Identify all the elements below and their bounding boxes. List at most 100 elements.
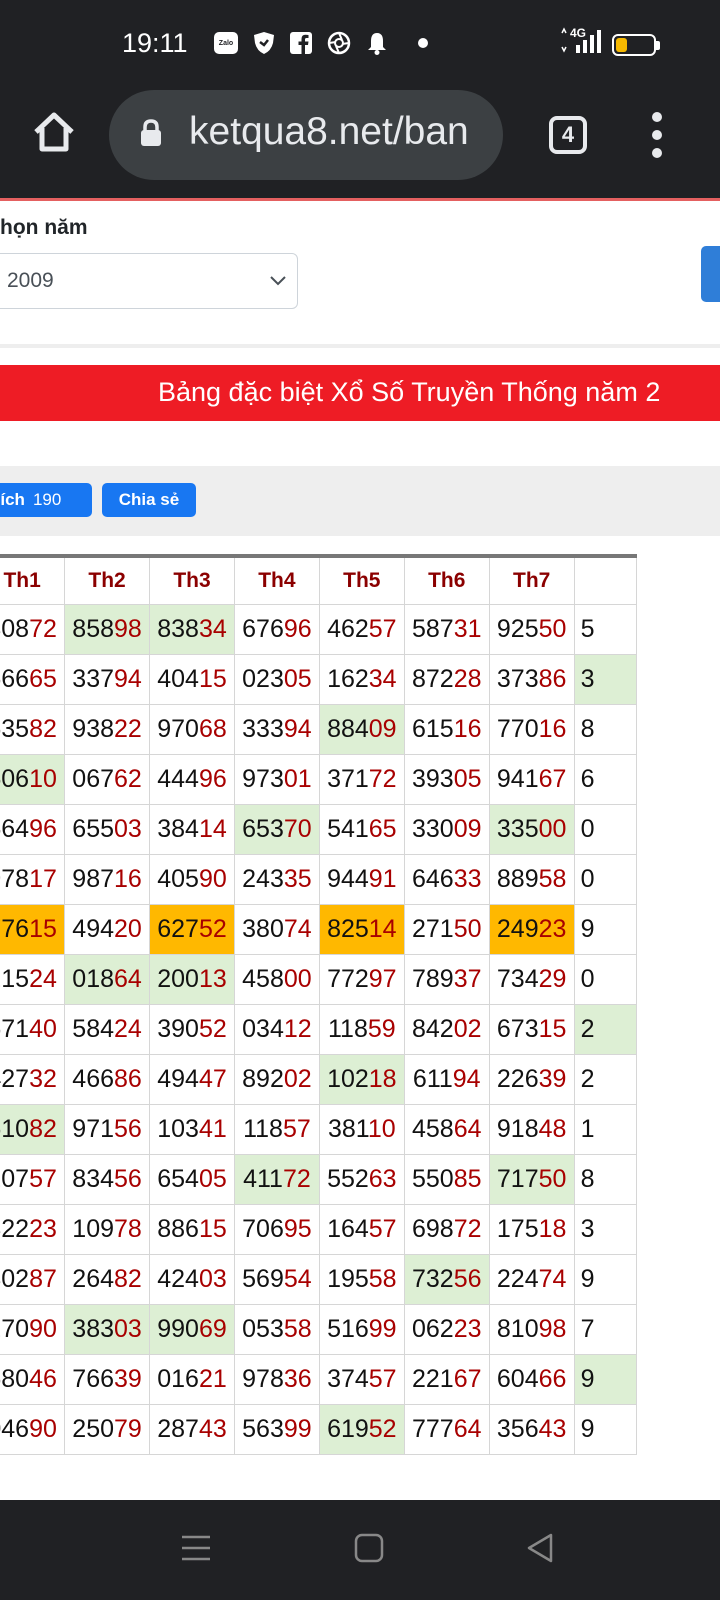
result-head: 330 [411, 814, 454, 843]
result-tail: 86 [538, 664, 567, 693]
social-buttons-bar: hích 190 Chia sẻ [0, 466, 720, 536]
year-select[interactable]: 2009 [0, 253, 298, 309]
result-cell: 89202 [233, 1053, 320, 1105]
result-cell: 97301 [233, 753, 320, 805]
result-head: 563 [242, 1414, 284, 1443]
result-head: 162 [327, 664, 369, 693]
result-tail: 22 [114, 714, 142, 743]
result-tail: 63 [368, 1164, 397, 1193]
result-cell-partial: 9 [573, 903, 638, 955]
result-cell: 85898 [64, 603, 151, 655]
result-tail: 03 [114, 1314, 142, 1343]
result-head: 772 [327, 964, 369, 993]
tab-switcher-button[interactable]: 4 [549, 116, 587, 154]
result-tail: 50 [453, 914, 482, 943]
result-cell: 76639 [64, 1353, 151, 1405]
result-cell: 45800 [233, 953, 320, 1005]
share-button[interactable]: Chia sẻ [102, 483, 196, 517]
result-head: 978 [242, 1364, 284, 1393]
result-head: 506 [0, 764, 30, 793]
address-bar[interactable]: ketqua8.net/ban [109, 90, 503, 180]
table-row: 322231097888615706951645769872175183 [0, 1203, 638, 1255]
result-cell: 49447 [149, 1053, 235, 1105]
table-row: 506100676244496973013717239305941676 [0, 753, 638, 805]
result-head: 390 [157, 1014, 199, 1043]
result-cell: 40415 [149, 653, 235, 705]
result-cell: 67315 [488, 1003, 575, 1055]
result-tail: 03 [114, 814, 142, 843]
result-cell: 73429 [488, 953, 575, 1005]
result-tail: 56 [453, 1264, 482, 1293]
result-cell: 37386 [488, 653, 575, 705]
result-tail: 12 [283, 1014, 312, 1043]
result-tail: 09 [453, 814, 482, 843]
result-cell: 97817 [0, 853, 66, 905]
result-tail: 56 [114, 1164, 142, 1193]
result-head: 424 [157, 1264, 199, 1293]
result-head: 164 [327, 1214, 369, 1243]
back-triangle-icon[interactable] [525, 1532, 555, 1569]
result-cell: 19558 [318, 1253, 405, 1305]
result-tail: 57 [368, 614, 397, 643]
result-cell-partial: 3 [573, 1203, 638, 1255]
result-cell: 88958 [488, 853, 575, 905]
result-head: 458 [411, 1114, 454, 1143]
result-head: 118 [243, 1114, 283, 1143]
result-cell: 65405 [149, 1153, 235, 1205]
result-cell: 46686 [64, 1053, 151, 1105]
result-head: 627 [157, 914, 199, 943]
result-head: 302 [0, 1264, 30, 1293]
result-cell: 97836 [233, 1353, 320, 1405]
table-row: 666653379440415023051623487228373863 [0, 653, 638, 705]
result-head: 676 [242, 614, 284, 643]
result-tail: 82 [29, 1114, 57, 1143]
overflow-menu-icon[interactable] [645, 112, 669, 158]
home-square-icon[interactable] [354, 1532, 384, 1569]
result-tail: 29 [538, 964, 567, 993]
result-cell: 69872 [403, 1203, 490, 1255]
result-tail: 32 [29, 1064, 57, 1093]
result-tail: 96 [283, 614, 312, 643]
result-cell: 56496 [0, 803, 66, 855]
result-cell: 88615 [149, 1203, 235, 1255]
result-cell: 60466 [488, 1353, 575, 1405]
result-cell: 33500 [488, 803, 575, 855]
result-cell: 11857 [233, 1103, 320, 1155]
home-icon[interactable] [32, 110, 76, 160]
result-head: 195 [327, 1264, 369, 1293]
result-tail: 82 [114, 1264, 142, 1293]
result-head: 023 [242, 664, 284, 693]
table-row: 207578345665405411725526355085717508 [0, 1153, 638, 1205]
result-tail: 00 [283, 964, 312, 993]
result-tail: 99 [283, 1414, 312, 1443]
result-tail: 00 [538, 814, 567, 843]
column-header [573, 555, 638, 605]
result-cell: 67140 [0, 1003, 66, 1055]
result-cell: 56399 [233, 1403, 320, 1455]
result-head: 393 [411, 764, 454, 793]
menu-icon[interactable] [180, 1532, 212, 1569]
title-banner: Bảng đặc biệt Xổ Số Truyền Thống năm 2 [0, 365, 720, 421]
like-button[interactable]: hích 190 [0, 483, 92, 517]
result-head: 404 [157, 664, 199, 693]
results-table-container[interactable]: y Th1Th2Th3Th4Th5Th6Th7 3087285898838346… [0, 554, 720, 1500]
result-tail: 41 [198, 1114, 227, 1143]
result-tail: 16 [114, 864, 142, 893]
result-cell: 21524 [0, 953, 66, 1005]
result-cell: 11859 [318, 1003, 405, 1055]
result-tail: 67 [538, 764, 567, 793]
result-tail: 02 [453, 1014, 482, 1043]
result-tail: 58 [368, 1264, 397, 1293]
result-head: 654 [157, 1164, 199, 1193]
result-cell-partial: 5 [573, 603, 638, 655]
result-tail: 94 [114, 664, 142, 693]
result-head: 264 [72, 1264, 115, 1293]
result-head: 680 [0, 1364, 30, 1393]
result-cell: 67696 [233, 603, 320, 655]
result-head: 825 [327, 914, 369, 943]
result-tail: 62 [114, 764, 142, 793]
result-cell-partial: 0 [573, 803, 638, 855]
submit-button[interactable] [701, 246, 720, 302]
result-tail: 52 [198, 914, 227, 943]
result-tail: 15 [538, 1014, 567, 1043]
